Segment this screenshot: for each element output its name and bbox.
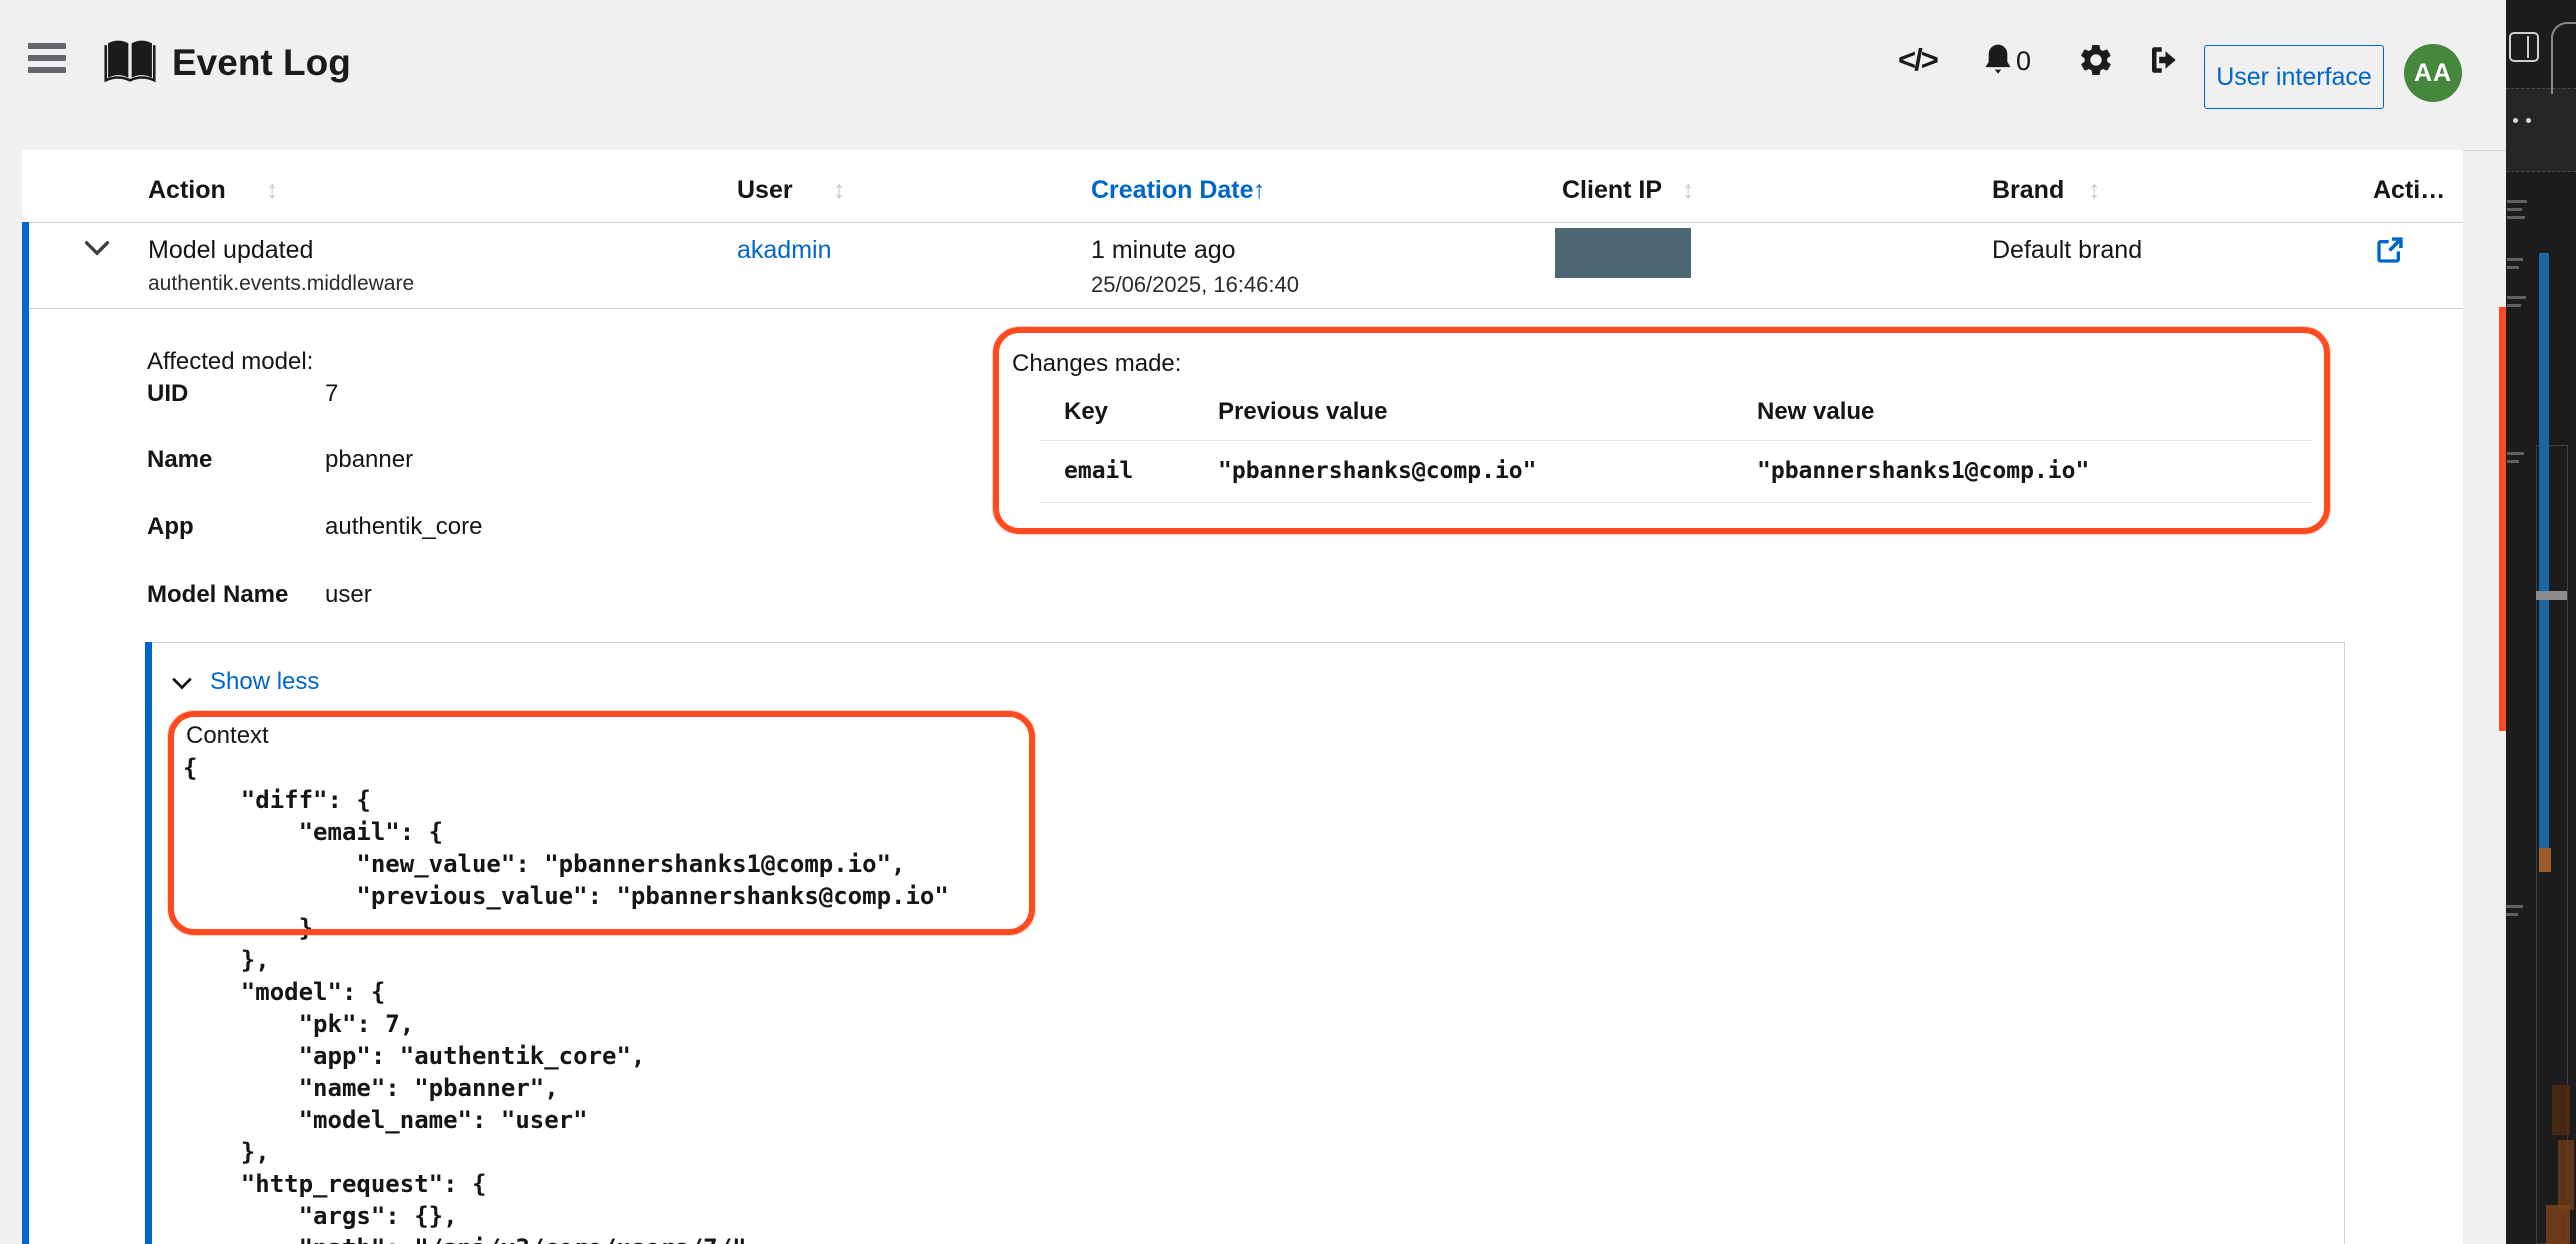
strip-dot xyxy=(2513,118,2518,123)
affected-model-heading: Affected model: xyxy=(147,348,313,376)
changes-column-new: New value xyxy=(1757,398,1874,426)
changes-row-new-value: "pbannershanks1@comp.io" xyxy=(1757,458,2089,484)
api-code-icon[interactable]: </> xyxy=(1898,42,1937,78)
column-header-client-ip[interactable]: Client IP xyxy=(1562,176,1662,205)
field-value-app: authentik_core xyxy=(325,513,482,541)
header-divider xyxy=(29,222,2463,223)
notification-bell-icon[interactable] xyxy=(1982,42,2014,78)
changes-row-previous-value: "pbannershanks@comp.io" xyxy=(1218,458,1537,484)
sort-icon-brand[interactable]: ↕ xyxy=(2088,176,2101,205)
strip-tiny-text xyxy=(2505,913,2518,916)
strip-tiny-text xyxy=(2507,208,2522,211)
sort-icon-creation-date-ascending[interactable]: ↑ xyxy=(1253,176,1266,205)
row-expand-chevron-icon[interactable] xyxy=(84,240,110,256)
field-label-app: App xyxy=(147,513,194,541)
user-interface-button[interactable]: User interface xyxy=(2204,45,2384,109)
row-created-relative: 1 minute ago xyxy=(1091,236,1236,265)
context-card-accent-border xyxy=(145,642,152,1244)
row-client-ip-redacted xyxy=(1555,228,1691,278)
field-value-name: pbanner xyxy=(325,446,413,474)
strip-tiny-text xyxy=(2507,304,2521,307)
changes-divider-bottom xyxy=(1040,502,2312,503)
expanded-row-accent-border xyxy=(22,222,29,1244)
strip-tiny-text xyxy=(2507,258,2523,261)
changes-column-previous: Previous value xyxy=(1218,398,1387,426)
strip-tiny-text xyxy=(2507,200,2527,203)
sort-icon-user[interactable]: ↕ xyxy=(833,176,846,205)
context-label: Context xyxy=(186,722,269,750)
row-user-link[interactable]: akadmin xyxy=(737,236,832,265)
column-header-creation-date[interactable]: Creation Date xyxy=(1091,176,1254,205)
sort-icon-action[interactable]: ↕ xyxy=(266,176,279,205)
settings-gear-icon[interactable] xyxy=(2078,42,2114,78)
changes-divider-top xyxy=(1040,440,2312,441)
page-title: Event Log xyxy=(172,42,351,84)
window-corner-outline xyxy=(2551,22,2576,94)
strip-tiny-text xyxy=(2507,460,2519,463)
row-action[interactable]: Model updated xyxy=(148,236,313,265)
row-brand: Default brand xyxy=(1992,236,2142,265)
strip-tiny-text xyxy=(2507,216,2525,219)
changes-row-key: email xyxy=(1064,458,1133,484)
strip-tiny-text xyxy=(2507,452,2524,455)
field-label-model-name: Model Name xyxy=(147,581,288,609)
strip-rust-blob xyxy=(2546,1205,2570,1244)
field-label-name: Name xyxy=(147,446,212,474)
margin-divider xyxy=(2463,150,2506,151)
strip-blue-bar xyxy=(2539,253,2549,850)
sign-out-icon[interactable] xyxy=(2146,42,2182,78)
column-header-actions: Acti… xyxy=(2373,176,2445,205)
hamburger-menu-icon[interactable] xyxy=(28,43,66,79)
window-layout-icon xyxy=(2509,32,2539,62)
field-label-uid: UID xyxy=(147,380,188,408)
row-created-absolute: 25/06/2025, 16:46:40 xyxy=(1091,272,1299,298)
open-event-share-icon[interactable] xyxy=(2374,234,2406,266)
row-app: authentik.events.middleware xyxy=(148,272,414,296)
strip-dot xyxy=(2526,118,2531,123)
sort-icon-client-ip[interactable]: ↕ xyxy=(1682,176,1695,205)
strip-tiny-text xyxy=(2507,296,2526,299)
strip-gray-crossbar xyxy=(2536,591,2567,600)
event-log-page: Event Log </> 0 User interface AA Action… xyxy=(0,0,2576,1244)
changes-made-heading: Changes made: xyxy=(1012,350,1181,378)
column-header-action[interactable]: Action xyxy=(148,176,226,205)
event-log-book-icon xyxy=(102,33,158,89)
field-value-uid: 7 xyxy=(325,380,338,408)
show-less-toggle[interactable]: Show less xyxy=(210,668,319,696)
annotation-line-right-edge xyxy=(2499,307,2506,731)
context-json-code: { "diff": { "email": { "new_value": "pba… xyxy=(183,752,949,1244)
column-header-user[interactable]: User xyxy=(737,176,793,205)
top-header-bar: Event Log </> 0 User interface AA xyxy=(0,0,2576,150)
avatar[interactable]: AA xyxy=(2404,44,2462,102)
strip-rust-blob xyxy=(2552,1085,2570,1135)
column-header-brand[interactable]: Brand xyxy=(1992,176,2064,205)
field-value-model-name: user xyxy=(325,581,372,609)
strip-tiny-text xyxy=(2505,905,2523,908)
row-divider xyxy=(29,308,2463,309)
strip-rust-blob xyxy=(2558,1140,2574,1210)
show-less-chevron-icon[interactable] xyxy=(172,677,192,690)
strip-section-box xyxy=(2506,88,2576,172)
notification-count: 0 xyxy=(2016,46,2031,77)
changes-column-key: Key xyxy=(1064,398,1108,426)
strip-brown-marker xyxy=(2539,848,2551,872)
strip-tiny-text xyxy=(2507,266,2519,269)
